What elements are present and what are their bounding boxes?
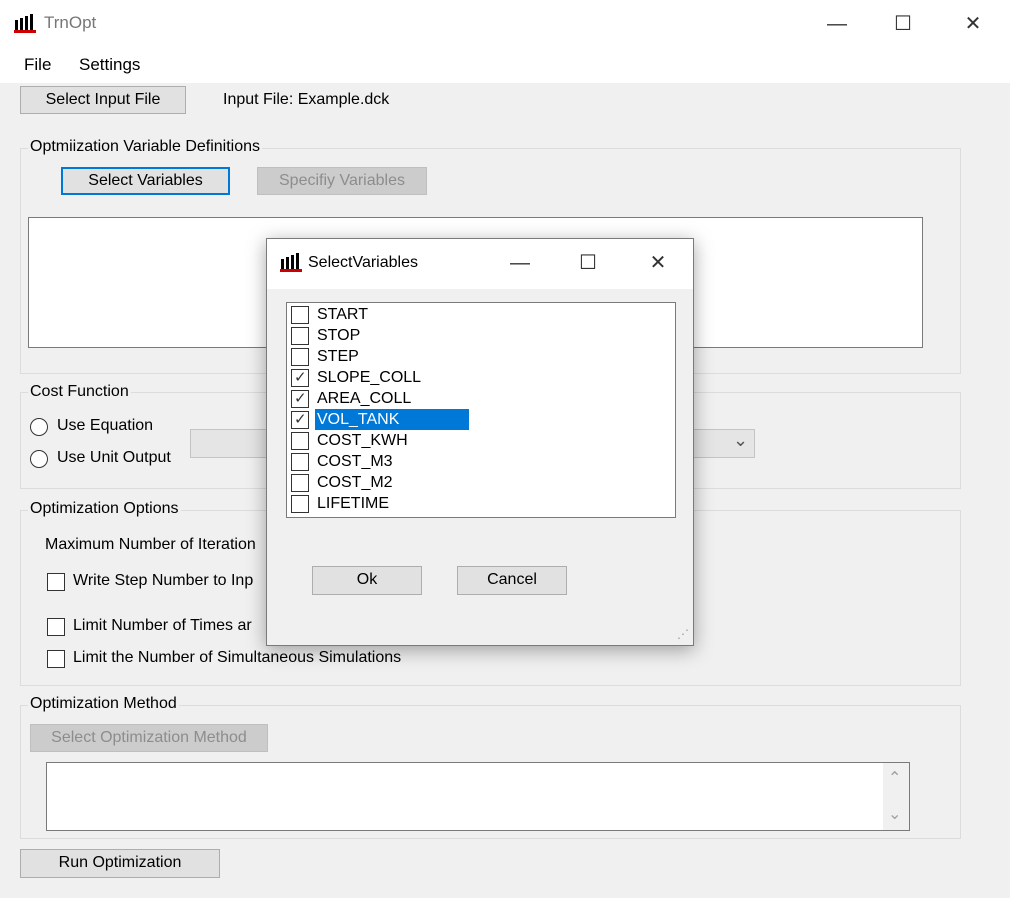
use-equation-label: Use Equation — [57, 417, 154, 434]
list-item-cost-m2[interactable]: COST_M2 — [289, 472, 669, 493]
menu-settings[interactable]: Settings — [79, 55, 140, 75]
select-input-file-button[interactable]: Select Input File — [20, 86, 186, 114]
check-icon: ✓ — [294, 411, 307, 428]
use-unit-output-label: Use Unit Output — [57, 449, 171, 466]
select-variables-button[interactable]: Select Variables — [61, 167, 230, 195]
item-label: COST_M2 — [317, 474, 393, 491]
write-step-checkbox[interactable] — [47, 573, 65, 591]
write-step-label: Write Step Number to Inp — [73, 572, 254, 589]
dialog-title: SelectVariables — [308, 254, 418, 271]
list-item-step[interactable]: STEP — [289, 346, 669, 367]
list-item-lifetime[interactable]: LIFETIME — [289, 493, 669, 514]
limit-simultaneous-checkbox[interactable] — [47, 650, 65, 668]
variables-group-title: Optmiization Variable Definitions — [28, 138, 263, 156]
optimization-method-title: Optimization Method — [28, 695, 179, 713]
chevron-down-icon[interactable]: ⌄ — [733, 430, 748, 451]
select-optimization-method-button[interactable]: Select Optimization Method — [30, 724, 268, 752]
variables-checklist[interactable]: START STOP STEP ✓ SLOPE_COLL ✓ AREA_COLL… — [286, 302, 676, 518]
item-label: STEP — [317, 348, 359, 365]
vol-tank-checkbox[interactable]: ✓ — [291, 411, 309, 429]
input-file-label: Input File: Example.dck — [223, 91, 390, 108]
list-item-cost-kwh[interactable]: COST_KWH — [289, 430, 669, 451]
maximize-button[interactable]: ☐ — [888, 12, 918, 36]
list-item-slope-coll[interactable]: ✓ SLOPE_COLL — [289, 367, 669, 388]
select-variables-dialog: SelectVariables — ☐ ✕ START STOP STEP ✓ … — [266, 238, 694, 646]
slope-coll-checkbox[interactable]: ✓ — [291, 369, 309, 387]
list-item-start[interactable]: START — [289, 304, 669, 325]
lifetime-checkbox[interactable] — [291, 495, 309, 513]
item-label: COST_KWH — [317, 432, 408, 449]
stop-checkbox[interactable] — [291, 327, 309, 345]
item-label: LIFETIME — [317, 495, 390, 512]
app-logo-icon — [14, 14, 36, 33]
cost-m3-checkbox[interactable] — [291, 453, 309, 471]
dialog-app-icon — [280, 253, 302, 272]
dialog-minimize-button[interactable]: — — [505, 251, 535, 275]
check-icon: ✓ — [294, 369, 307, 386]
list-item-cost-m3[interactable]: COST_M3 — [289, 451, 669, 472]
use-unit-output-radio[interactable] — [30, 450, 48, 468]
item-label: SLOPE_COLL — [317, 369, 422, 386]
menu-file[interactable]: File — [24, 55, 51, 75]
title-bar — [0, 0, 1010, 47]
limit-times-checkbox[interactable] — [47, 618, 65, 636]
window-title: TrnOpt — [44, 13, 97, 32]
max-iterations-label: Maximum Number of Iteration — [45, 536, 256, 553]
item-label: VOL_TANK — [315, 409, 469, 430]
check-icon: ✓ — [294, 390, 307, 407]
cancel-button[interactable]: Cancel — [457, 566, 567, 595]
optimization-options-title: Optimization Options — [28, 500, 181, 518]
dialog-maximize-button[interactable]: ☐ — [573, 251, 603, 275]
cost-function-title: Cost Function — [28, 383, 131, 401]
limit-times-label: Limit Number of Times ar — [73, 617, 252, 634]
scroll-down-icon[interactable]: ⌄ — [888, 804, 901, 824]
item-label: AREA_COLL — [317, 390, 412, 407]
resize-grip-icon[interactable]: ⋰ — [677, 627, 689, 641]
list-item-stop[interactable]: STOP — [289, 325, 669, 346]
use-equation-radio[interactable] — [30, 418, 48, 436]
list-item-area-coll[interactable]: ✓ AREA_COLL — [289, 388, 669, 409]
specify-variables-button[interactable]: Specifiy Variables — [257, 167, 427, 195]
minimize-button[interactable]: — — [822, 12, 852, 36]
step-checkbox[interactable] — [291, 348, 309, 366]
limit-simultaneous-label: Limit the Number of Simultaneous Simulat… — [73, 649, 402, 666]
item-label: COST_M3 — [317, 453, 393, 470]
method-description-box[interactable] — [46, 762, 910, 831]
menu-bar — [0, 47, 1010, 83]
close-button[interactable]: ✕ — [958, 12, 988, 36]
dialog-close-button[interactable]: ✕ — [643, 251, 673, 275]
start-checkbox[interactable] — [291, 306, 309, 324]
item-label: STOP — [317, 327, 361, 344]
item-label: START — [317, 306, 368, 323]
area-coll-checkbox[interactable]: ✓ — [291, 390, 309, 408]
run-optimization-button[interactable]: Run Optimization — [20, 849, 220, 878]
scroll-up-icon[interactable]: ⌃ — [888, 768, 901, 788]
ok-button[interactable]: Ok — [312, 566, 422, 595]
cost-kwh-checkbox[interactable] — [291, 432, 309, 450]
list-item-vol-tank[interactable]: ✓ VOL_TANK — [289, 409, 669, 430]
cost-m2-checkbox[interactable] — [291, 474, 309, 492]
